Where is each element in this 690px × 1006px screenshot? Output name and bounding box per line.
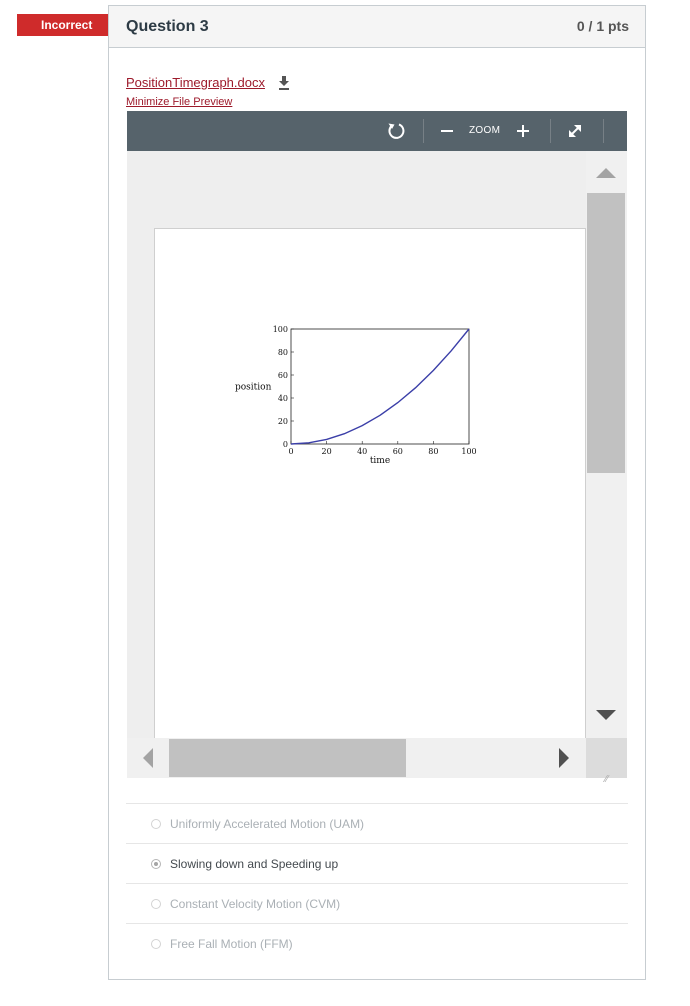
question-header: Question 3 0 / 1 pts [109, 6, 645, 48]
x-tick-label: 0 [288, 447, 293, 456]
resize-handle-icon[interactable]: ⁄⁄ [605, 774, 608, 785]
download-icon[interactable] [278, 76, 290, 90]
minimize-preview-link[interactable]: Minimize File Preview [126, 96, 232, 108]
rotate-icon[interactable] [386, 121, 406, 141]
radio-button[interactable] [151, 859, 161, 869]
answer-label: Constant Velocity Motion (CVM) [170, 897, 341, 911]
answer-option[interactable]: Uniformly Accelerated Motion (UAM) [126, 803, 628, 843]
toolbar-separator [550, 119, 551, 143]
position-time-chart: 0 20 40 60 80 100 0 20 40 60 80 100 time position [235, 325, 477, 466]
scroll-down-arrow-icon[interactable] [596, 710, 616, 720]
y-tick-label: 100 [273, 325, 288, 334]
answer-label: Slowing down and Speeding up [170, 857, 339, 871]
question-points: 0 / 1 pts [576, 18, 629, 34]
viewer-toolbar: ZOOM [127, 111, 627, 151]
zoom-out-icon[interactable] [437, 121, 457, 141]
x-tick-label: 100 [461, 447, 476, 456]
plot-frame [290, 328, 470, 445]
horizontal-scroll-thumb[interactable] [169, 739, 406, 777]
radio-button[interactable] [151, 939, 161, 949]
question-card: Question 3 0 / 1 pts PositionTimegraph.d… [108, 5, 646, 980]
toolbar-separator [423, 119, 424, 143]
answer-option-selected[interactable]: Slowing down and Speeding up [126, 843, 628, 883]
radio-button[interactable] [151, 819, 161, 829]
zoom-in-icon[interactable] [513, 121, 533, 141]
vertical-scroll-thumb[interactable] [587, 193, 625, 473]
scroll-left-arrow-icon[interactable] [143, 748, 153, 768]
scroll-right-arrow-icon[interactable] [559, 748, 569, 768]
file-link[interactable]: PositionTimegraph.docx [126, 75, 265, 90]
answer-label: Uniformly Accelerated Motion (UAM) [170, 817, 365, 831]
y-axis-label: position [235, 383, 272, 393]
x-axis-label: time [370, 456, 390, 466]
x-tick-label: 80 [428, 447, 438, 456]
x-tick-label: 40 [357, 447, 367, 456]
file-preview: ZOOM 0 20 40 60 80 100 0 20 40 60 80 100 time positio… [127, 111, 627, 778]
fullscreen-icon[interactable] [565, 121, 585, 141]
x-tick-label: 20 [322, 447, 332, 456]
question-title: Question 3 [126, 18, 209, 35]
answer-label: Free Fall Motion (FFM) [170, 937, 293, 951]
y-tick-label: 60 [278, 371, 288, 380]
y-tick-label: 40 [278, 394, 288, 403]
answer-option[interactable]: Constant Velocity Motion (CVM) [126, 883, 628, 923]
y-tick-label: 0 [283, 440, 288, 449]
radio-button[interactable] [151, 899, 161, 909]
y-tick-label: 20 [278, 417, 288, 426]
answer-option[interactable]: Free Fall Motion (FFM) [126, 923, 628, 963]
zoom-label: ZOOM [469, 125, 501, 136]
answer-list: Uniformly Accelerated Motion (UAM) Slowi… [126, 803, 628, 963]
document-page: 0 20 40 60 80 100 0 20 40 60 80 100 time position [154, 228, 586, 778]
toolbar-separator [603, 119, 604, 143]
scrollbar-corner [586, 738, 627, 778]
scroll-up-arrow-icon[interactable] [596, 168, 616, 178]
series-line [290, 328, 470, 445]
x-tick-label: 60 [393, 447, 403, 456]
y-tick-label: 80 [278, 348, 288, 357]
